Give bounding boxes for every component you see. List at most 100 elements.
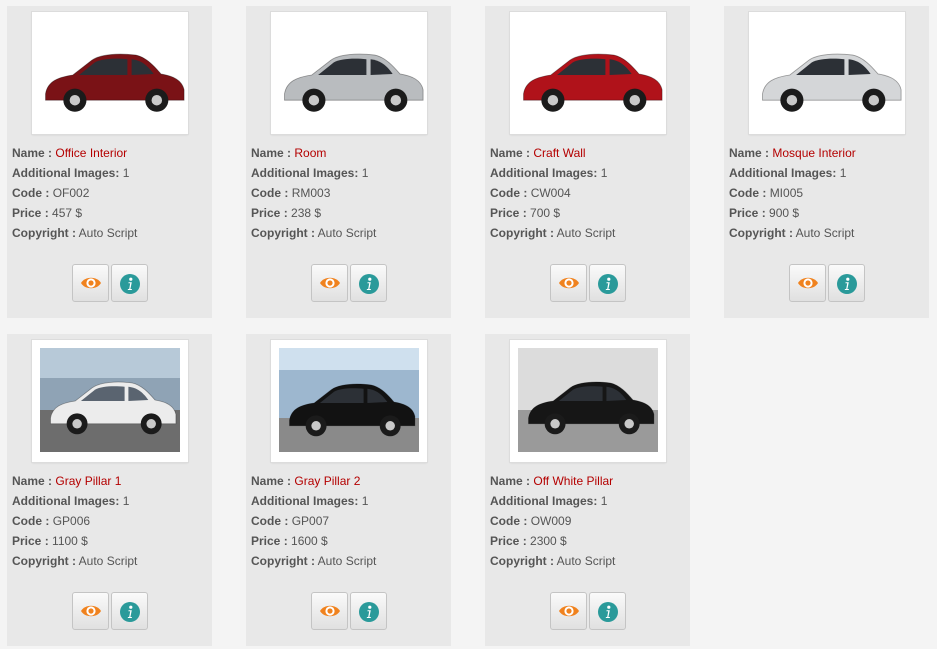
additional-images-label: Additional Images: xyxy=(12,166,120,180)
name-label: Name : xyxy=(490,474,531,488)
info-icon xyxy=(120,274,140,294)
price-value: 457 $ xyxy=(52,206,83,220)
name-label: Name : xyxy=(12,146,53,160)
product-name-link[interactable]: Gray Pillar 2 xyxy=(294,474,360,488)
code-label: Code : xyxy=(12,514,50,528)
product-name-link[interactable]: Room xyxy=(294,146,326,160)
name-label: Name : xyxy=(251,474,292,488)
additional-images-value: 1 xyxy=(839,166,847,180)
price-label: Price : xyxy=(12,206,49,220)
view-button[interactable] xyxy=(550,264,587,302)
copyright-label: Copyright : xyxy=(12,554,76,568)
additional-images-label: Additional Images: xyxy=(490,494,598,508)
eye-icon xyxy=(798,277,818,289)
eye-icon xyxy=(559,277,579,289)
info-button[interactable] xyxy=(828,264,865,302)
product-name-link[interactable]: Mosque Interior xyxy=(772,146,855,160)
name-label: Name : xyxy=(12,474,53,488)
car-photo xyxy=(271,12,427,134)
name-label: Name : xyxy=(251,146,292,160)
code-label: Code : xyxy=(490,514,528,528)
code-value: MI005 xyxy=(769,186,804,200)
copyright-label: Copyright : xyxy=(490,226,554,240)
name-label: Name : xyxy=(490,146,531,160)
copyright-value: Auto Script xyxy=(78,554,138,568)
eye-icon xyxy=(320,277,340,289)
info-icon xyxy=(598,602,618,622)
info-button[interactable] xyxy=(111,592,148,630)
view-button[interactable] xyxy=(72,592,109,630)
product-name-link[interactable]: Gray Pillar 1 xyxy=(55,474,121,488)
info-button[interactable] xyxy=(589,264,626,302)
price-label: Price : xyxy=(490,534,527,548)
info-button[interactable] xyxy=(350,264,387,302)
code-value: OW009 xyxy=(530,514,572,528)
product-thumbnail[interactable] xyxy=(271,12,427,134)
product-card: Name : Gray Pillar 2 Additional Images: … xyxy=(246,334,451,646)
code-value: GP006 xyxy=(52,514,91,528)
product-card: Name : Office Interior Additional Images… xyxy=(7,6,212,318)
additional-images-value: 1 xyxy=(600,494,608,508)
view-button[interactable] xyxy=(789,264,826,302)
product-name-link[interactable]: Office Interior xyxy=(55,146,127,160)
name-label: Name : xyxy=(729,146,770,160)
copyright-label: Copyright : xyxy=(12,226,76,240)
eye-icon xyxy=(81,605,101,617)
code-label: Code : xyxy=(251,514,289,528)
view-button[interactable] xyxy=(72,264,109,302)
code-label: Code : xyxy=(251,186,289,200)
code-label: Code : xyxy=(729,186,767,200)
price-value: 1100 $ xyxy=(52,534,88,548)
view-button[interactable] xyxy=(311,592,348,630)
info-button[interactable] xyxy=(589,592,626,630)
price-value: 2300 $ xyxy=(530,534,567,548)
product-card: Name : Mosque Interior Additional Images… xyxy=(724,6,929,318)
price-label: Price : xyxy=(251,534,288,548)
product-thumbnail[interactable] xyxy=(32,340,188,462)
code-value: CW004 xyxy=(530,186,571,200)
code-value: OF002 xyxy=(52,186,90,200)
price-label: Price : xyxy=(12,534,49,548)
product-card: Name : Off White Pillar Additional Image… xyxy=(485,334,690,646)
info-icon xyxy=(359,274,379,294)
copyright-label: Copyright : xyxy=(251,554,315,568)
additional-images-label: Additional Images: xyxy=(251,494,359,508)
info-icon xyxy=(120,602,140,622)
product-thumbnail[interactable] xyxy=(749,12,905,134)
view-button[interactable] xyxy=(550,592,587,630)
product-thumbnail[interactable] xyxy=(271,340,427,462)
car-photo xyxy=(271,340,427,462)
product-thumbnail[interactable] xyxy=(510,340,666,462)
view-button[interactable] xyxy=(311,264,348,302)
product-card: Name : Room Additional Images: 1 Code : … xyxy=(246,6,451,318)
price-value: 900 $ xyxy=(769,206,800,220)
info-icon xyxy=(837,274,857,294)
copyright-label: Copyright : xyxy=(490,554,554,568)
car-photo xyxy=(510,340,666,462)
code-value: GP007 xyxy=(291,514,330,528)
copyright-label: Copyright : xyxy=(729,226,793,240)
copyright-value: Auto Script xyxy=(795,226,855,240)
eye-icon xyxy=(81,277,101,289)
product-card: Name : Craft Wall Additional Images: 1 C… xyxy=(485,6,690,318)
copyright-label: Copyright : xyxy=(251,226,315,240)
product-thumbnail[interactable] xyxy=(510,12,666,134)
copyright-value: Auto Script xyxy=(556,226,616,240)
product-thumbnail[interactable] xyxy=(32,12,188,134)
info-button[interactable] xyxy=(111,264,148,302)
price-value: 238 $ xyxy=(291,206,322,220)
additional-images-label: Additional Images: xyxy=(251,166,359,180)
info-button[interactable] xyxy=(350,592,387,630)
additional-images-value: 1 xyxy=(361,166,369,180)
price-label: Price : xyxy=(251,206,288,220)
additional-images-value: 1 xyxy=(122,494,130,508)
additional-images-label: Additional Images: xyxy=(729,166,837,180)
product-name-link[interactable]: Craft Wall xyxy=(533,146,585,160)
copyright-value: Auto Script xyxy=(317,226,377,240)
copyright-value: Auto Script xyxy=(317,554,377,568)
additional-images-label: Additional Images: xyxy=(12,494,120,508)
product-name-link[interactable]: Off White Pillar xyxy=(533,474,613,488)
price-label: Price : xyxy=(490,206,527,220)
price-label: Price : xyxy=(729,206,766,220)
additional-images-label: Additional Images: xyxy=(490,166,598,180)
